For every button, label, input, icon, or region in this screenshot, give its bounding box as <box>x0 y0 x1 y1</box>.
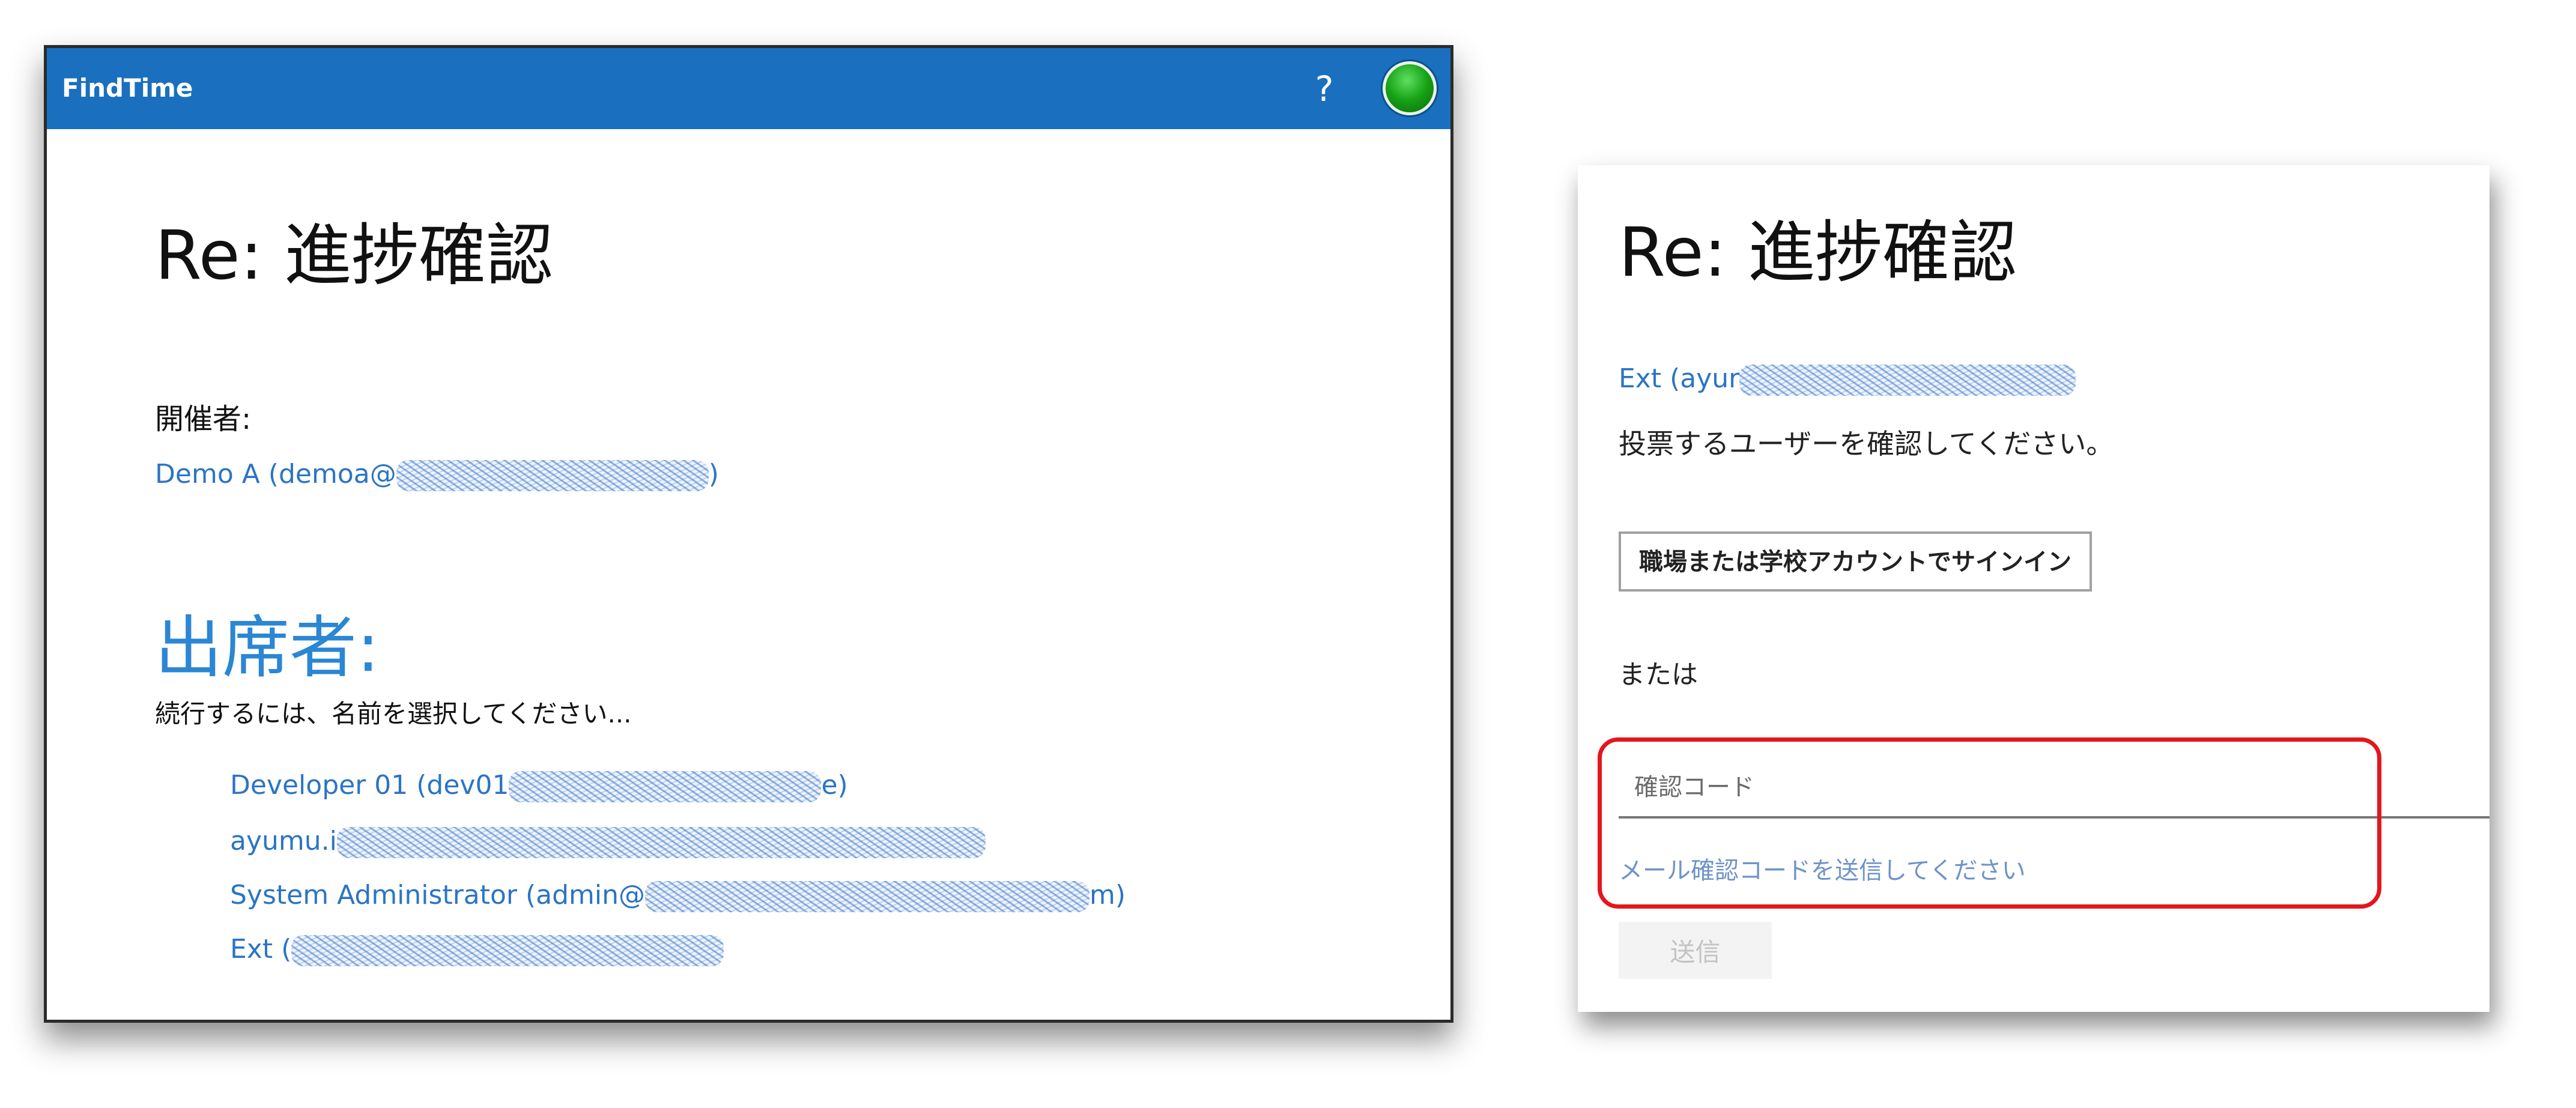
signin-work-school-button[interactable]: 職場または学校アカウントでサインイン <box>1619 531 2092 592</box>
redacted-email <box>1739 365 2076 396</box>
highlight-annotation <box>1598 737 2381 909</box>
attendee-suffix: m) <box>1089 880 1126 910</box>
meeting-title: Re: 進捗確認 <box>155 217 554 295</box>
redacted-email <box>396 460 709 491</box>
organizer-value: Demo A (demoa@) <box>155 459 719 491</box>
voter-user: Ext (ayur <box>1619 363 2076 396</box>
voter-name: Ext (ayur <box>1619 363 1740 394</box>
app-title: FindTime <box>62 73 193 103</box>
attendee-link[interactable]: Ext ( <box>230 934 724 966</box>
meeting-title: Re: 進捗確認 <box>1619 214 2017 292</box>
top-bar: FindTime ? <box>47 48 1450 129</box>
organizer-suffix: ) <box>708 459 719 489</box>
findtime-window: FindTime ? Re: 進捗確認 開催者: Demo A (demoa@)… <box>44 45 1453 1023</box>
redacted-email <box>645 881 1090 912</box>
redacted-email <box>336 827 986 858</box>
attendee-name: ayumu.i <box>230 826 337 856</box>
attendee-instruction: 続行するには、名前を選択してください... <box>155 699 632 728</box>
attendees-heading: 出席者: <box>155 609 380 687</box>
verify-instruction: 投票するユーザーを確認してください。 <box>1619 428 2114 460</box>
attendee-link[interactable]: System Administrator (admin@ m) <box>230 880 1126 912</box>
redacted-email <box>291 935 724 966</box>
help-icon[interactable]: ? <box>1306 65 1342 113</box>
avatar[interactable] <box>1383 61 1437 115</box>
attendee-link[interactable]: Developer 01 (dev01 e) <box>230 770 848 802</box>
submit-button[interactable]: 送信 <box>1619 922 1772 979</box>
attendee-suffix: e) <box>821 770 848 801</box>
redacted-email <box>509 771 822 802</box>
attendee-name: Developer 01 (dev01 <box>230 770 509 801</box>
organizer-name: Demo A (demoa@ <box>155 459 396 489</box>
attendee-name: System Administrator (admin@ <box>230 880 646 910</box>
attendee-name: Ext ( <box>230 934 292 964</box>
organizer-label: 開催者: <box>155 402 252 436</box>
or-label: または <box>1619 659 1698 690</box>
attendee-link[interactable]: ayumu.i <box>230 826 986 858</box>
